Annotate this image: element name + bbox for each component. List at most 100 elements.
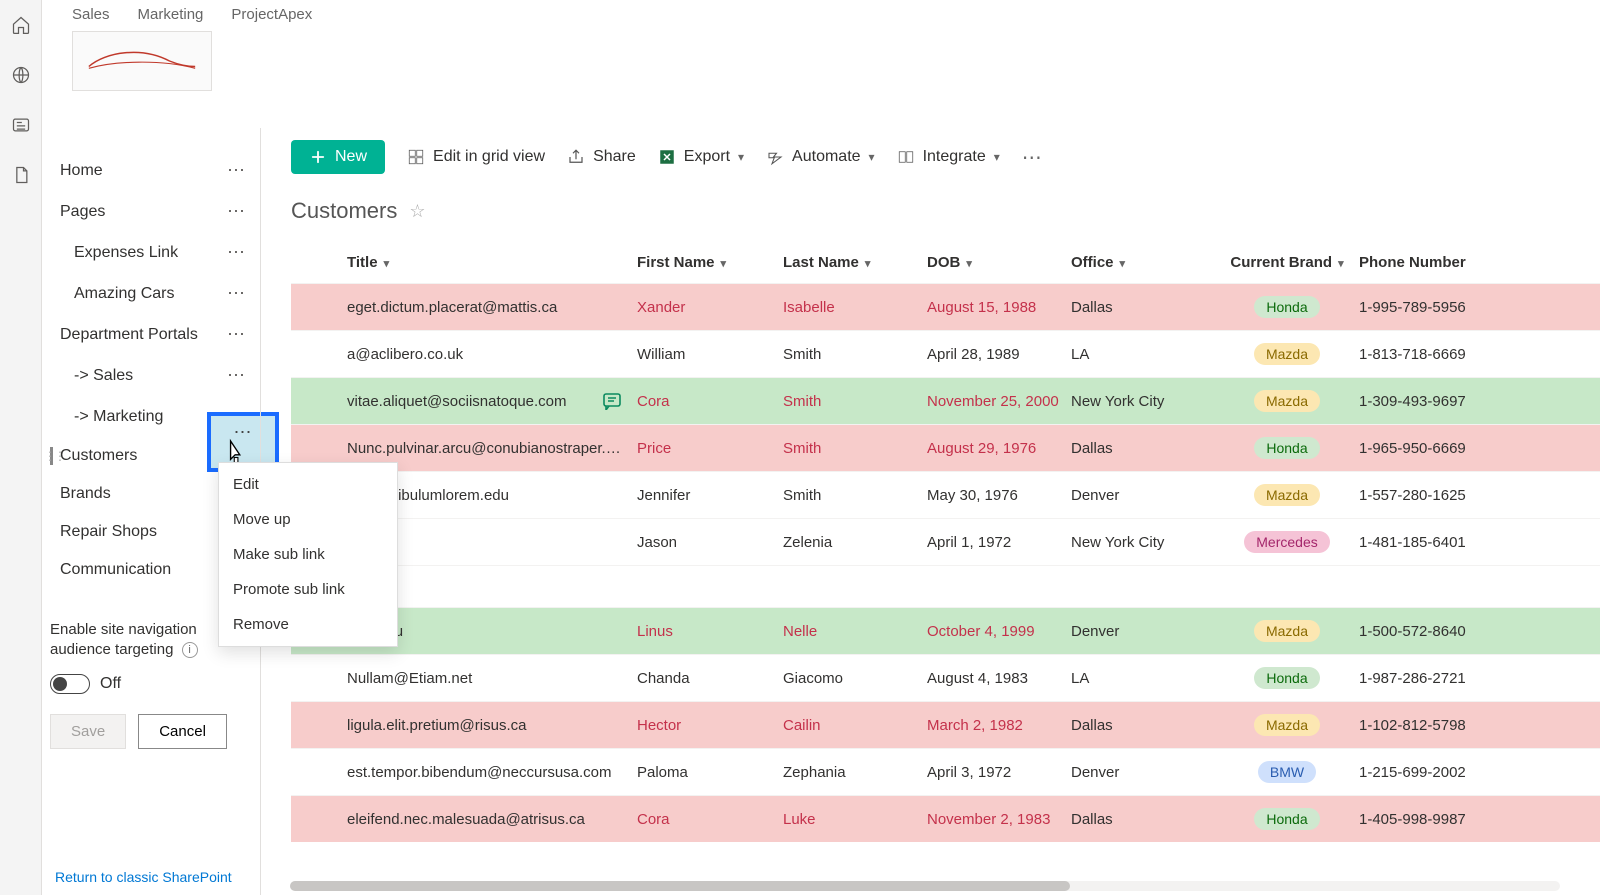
cell-title[interactable]: eget.dictum.placerat@mattis.ca	[347, 299, 637, 316]
table-row[interactable]: eget.dictum.placerat@mattis.caXanderIsab…	[291, 283, 1600, 330]
cell-title[interactable]: ligula.elit.pretium@risus.ca	[347, 717, 637, 734]
document-icon[interactable]	[10, 164, 32, 186]
brand-pill: Mercedes	[1244, 531, 1329, 553]
nav-label: -> Marketing	[74, 408, 163, 426]
table-row[interactable]: vitae.aliquet@sociisnatoque.comCoraSmith…	[291, 377, 1600, 424]
nav-dept-sales[interactable]: -> Sales⋯	[42, 355, 260, 396]
audience-toggle[interactable]: Off	[50, 674, 260, 694]
cell-last-name: Luke	[783, 811, 927, 828]
integrate-button[interactable]: Integrate ▾	[897, 148, 1000, 166]
tab-marketing[interactable]: Marketing	[138, 2, 204, 27]
ctx-remove[interactable]: Remove	[219, 607, 397, 642]
nav-label: Communication	[60, 561, 171, 579]
return-classic-link[interactable]: Return to classic SharePoint	[55, 869, 232, 885]
cell-office: LA	[1071, 346, 1215, 363]
brand-pill: Mazda	[1254, 484, 1320, 506]
cancel-button[interactable]: Cancel	[138, 714, 227, 749]
table-row[interactable]: e@vestibulumlorem.eduJenniferSmithMay 30…	[291, 471, 1600, 518]
cell-brand: Mazda	[1215, 620, 1359, 642]
nav-dept-portals[interactable]: Department Portals ⋯	[42, 314, 260, 355]
col-office[interactable]: Office▾	[1071, 254, 1215, 271]
nav-pages[interactable]: Pages⋯	[42, 191, 260, 232]
share-icon	[567, 148, 585, 166]
col-last-name[interactable]: Last Name▾	[783, 254, 927, 271]
edit-grid-button[interactable]: Edit in grid view	[407, 148, 545, 166]
plus-icon	[309, 148, 327, 166]
info-icon[interactable]: i	[182, 642, 198, 658]
tab-projectapex[interactable]: ProjectApex	[231, 2, 312, 27]
col-current-brand[interactable]: Current Brand▾	[1215, 254, 1359, 271]
cell-office: Dallas	[1071, 299, 1215, 316]
table-row[interactable]: est.tempor.bibendum@neccursusa.comPaloma…	[291, 748, 1600, 795]
cell-phone: 1-309-493-9697	[1359, 393, 1519, 410]
news-icon[interactable]	[10, 114, 32, 136]
new-button[interactable]: New	[291, 140, 385, 174]
cell-first-name: Xander	[637, 299, 783, 316]
nav-label: Department Portals	[60, 326, 198, 344]
ctx-edit[interactable]: Edit	[219, 467, 397, 502]
more-icon[interactable]: ⋯	[227, 283, 246, 304]
ctx-promote-sub-link[interactable]: Promote sub link	[219, 572, 397, 607]
home-icon[interactable]	[10, 14, 32, 36]
table-row[interactable]: Nunc.pulvinar.arcu@conubianostraper.eduP…	[291, 424, 1600, 471]
table-row[interactable]: on.comJasonZeleniaApril 1, 1972New York …	[291, 518, 1600, 565]
table-row[interactable]: eleifend.nec.malesuada@atrisus.caCoraLuk…	[291, 795, 1600, 842]
horizontal-scrollbar[interactable]	[290, 881, 1560, 891]
tab-sales[interactable]: Sales	[72, 2, 110, 27]
label: Edit in grid view	[433, 148, 545, 166]
cell-phone: 1-215-699-2002	[1359, 764, 1519, 781]
more-icon[interactable]: ⋯	[227, 242, 246, 263]
cell-office: Denver	[1071, 764, 1215, 781]
nav-expenses-link[interactable]: Expenses Link⋯	[42, 232, 260, 273]
cell-title[interactable]: vitae.aliquet@sociisnatoque.com	[347, 393, 637, 410]
cell-phone: 1-557-280-1625	[1359, 487, 1519, 504]
share-button[interactable]: Share	[567, 148, 636, 166]
col-phone[interactable]: Phone Number	[1359, 254, 1519, 271]
cell-office: Denver	[1071, 487, 1215, 504]
cell-title[interactable]: Nullam@Etiam.net	[347, 670, 637, 687]
more-icon[interactable]: ⋯	[227, 324, 246, 345]
export-button[interactable]: Export ▾	[658, 148, 744, 166]
nav-label: Amazing Cars	[74, 285, 174, 303]
table-row[interactable]: a@aclibero.co.ukWilliamSmithApril 28, 19…	[291, 330, 1600, 377]
cell-last-name: Zelenia	[783, 534, 927, 551]
table-row[interactable]	[291, 565, 1600, 607]
label: Share	[593, 148, 636, 166]
ctx-move-up[interactable]: Move up	[219, 502, 397, 537]
toggle-track	[50, 674, 90, 694]
overflow-button[interactable]: ⋯	[1022, 145, 1042, 170]
nav-amazing-cars[interactable]: Amazing Cars ⋯	[42, 273, 260, 314]
cell-first-name: Cora	[637, 811, 783, 828]
table-row[interactable]: ligula.elit.pretium@risus.caHectorCailin…	[291, 701, 1600, 748]
grid-header: Title▾ First Name▾ Last Name▾ DOB▾ Offic…	[291, 242, 1600, 283]
cell-title[interactable]: a@aclibero.co.uk	[347, 346, 637, 363]
cell-office: Dallas	[1071, 811, 1215, 828]
comment-icon[interactable]	[603, 393, 623, 410]
brand-pill: Mazda	[1254, 343, 1320, 365]
brand-pill: Mazda	[1254, 714, 1320, 736]
cell-title[interactable]: est.tempor.bibendum@neccursusa.com	[347, 764, 637, 781]
cell-title[interactable]: eleifend.nec.malesuada@atrisus.ca	[347, 811, 637, 828]
cell-title[interactable]: Nunc.pulvinar.arcu@conubianostraper.edu	[347, 440, 637, 457]
table-row[interactable]: @in.eduLinusNelleOctober 4, 1999DenverMa…	[291, 607, 1600, 654]
chevron-down-icon: ▾	[1120, 258, 1126, 270]
brand-pill: Honda	[1254, 667, 1319, 689]
list-title: Customers	[291, 198, 397, 224]
col-first-name[interactable]: First Name▾	[637, 254, 783, 271]
nav-home[interactable]: Home⋯	[42, 150, 260, 191]
drag-handle-icon[interactable]: ⋮⋮	[44, 449, 64, 463]
globe-icon[interactable]	[10, 64, 32, 86]
cell-dob: August 4, 1983	[927, 670, 1071, 687]
more-icon[interactable]: ⋯	[227, 201, 246, 222]
favorite-star-icon[interactable]: ☆	[409, 201, 425, 222]
cell-brand: Honda	[1215, 808, 1359, 830]
ctx-make-sub-link[interactable]: Make sub link	[219, 537, 397, 572]
automate-button[interactable]: Automate ▾	[766, 148, 875, 166]
site-logo	[72, 31, 212, 91]
more-icon[interactable]: ⋯	[227, 160, 246, 181]
more-icon[interactable]: ⋯	[227, 365, 246, 386]
col-dob[interactable]: DOB▾	[927, 254, 1071, 271]
col-title[interactable]: Title▾	[347, 254, 637, 271]
table-row[interactable]: Nullam@Etiam.netChandaGiacomoAugust 4, 1…	[291, 654, 1600, 701]
scrollbar-thumb[interactable]	[290, 881, 1070, 891]
